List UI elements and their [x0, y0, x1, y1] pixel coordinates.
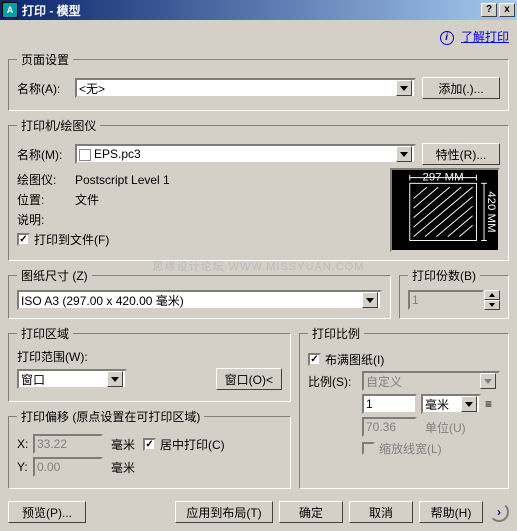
spin-down-icon[interactable]	[484, 300, 500, 310]
page-setup-legend: 页面设置	[17, 51, 73, 68]
printer-group: 打印机/绘图仪 名称(M): EPS.pc3 特性(R)... 绘图仪:Post…	[8, 117, 509, 261]
plot-area-legend: 打印区域	[17, 325, 73, 342]
svg-text:297 MM: 297 MM	[422, 171, 463, 183]
dropdown-icon	[480, 373, 496, 389]
plot-scale-legend: 打印比例	[308, 325, 364, 342]
page-setup-group: 页面设置 名称(A): <无> 添加(.)...	[8, 51, 509, 111]
preview-button[interactable]: 预览(P)...	[8, 501, 86, 523]
close-button[interactable]: x	[499, 3, 515, 17]
properties-button[interactable]: 特性(R)...	[422, 143, 500, 165]
svg-text:420 MM: 420 MM	[485, 191, 497, 232]
setup-name-label: 名称(A):	[17, 80, 75, 97]
apply-button[interactable]: 应用到布局(T)	[175, 501, 273, 523]
expand-icon[interactable]: ›	[489, 502, 509, 522]
plot-what-combo[interactable]: 窗口	[17, 369, 127, 389]
plot-what-label: 打印范围(W):	[17, 348, 282, 365]
window-title: 打印 - 模型	[22, 2, 479, 19]
plot-offset-legend: 打印偏移 (原点设置在可打印区域)	[17, 408, 204, 425]
scale-lineweights-checkbox: 缩放线宽(L)	[362, 440, 442, 457]
y-label: Y:	[17, 460, 33, 474]
y-unit: 毫米	[111, 459, 135, 476]
printer-name-label: 名称(M):	[17, 146, 75, 163]
setup-name-combo[interactable]: <无>	[75, 78, 416, 98]
x-unit: 毫米	[111, 436, 135, 453]
dropdown-icon	[362, 292, 378, 308]
window-button[interactable]: 窗口(O)<	[216, 368, 282, 390]
scale-combo: 自定义	[362, 371, 500, 391]
spin-up-icon[interactable]	[484, 290, 500, 300]
learn-link[interactable]: 了解打印	[461, 30, 509, 44]
papersize-legend: 图纸尺寸 (Z)	[17, 267, 92, 284]
printer-name-combo[interactable]: EPS.pc3	[75, 144, 416, 164]
paper-preview: 297 MM 420 MM	[390, 168, 500, 252]
titlebar: A 打印 - 模型 ? x	[0, 0, 517, 20]
where-label: 位置:	[17, 191, 75, 208]
plotter-value: Postscript Level 1	[75, 173, 170, 187]
dropdown-icon	[107, 371, 123, 387]
help-button[interactable]: 帮助(H)	[419, 501, 483, 523]
help-button[interactable]: ?	[481, 3, 497, 17]
dropdown-icon	[461, 396, 477, 412]
dropdown-icon	[396, 80, 412, 96]
ok-button[interactable]: 确定	[279, 501, 343, 523]
papersize-combo[interactable]: ISO A3 (297.00 x 420.00 毫米)	[17, 290, 382, 310]
info-icon: i	[440, 31, 454, 45]
copies-spinner[interactable]: 1	[408, 290, 500, 310]
fit-checkbox[interactable]: ✓布满图纸(I)	[308, 351, 384, 368]
plot-to-file-checkbox[interactable]: ✓打印到文件(F)	[17, 231, 109, 248]
plot-scale-group: 打印比例 ✓布满图纸(I) 比例(S): 自定义 1 毫米 ≡ 70.36 单位…	[299, 325, 509, 489]
copies-legend: 打印份数(B)	[408, 267, 480, 284]
add-button[interactable]: 添加(.)...	[422, 77, 500, 99]
x-input: 33.22	[33, 434, 103, 454]
plot-offset-group: 打印偏移 (原点设置在可打印区域) X: 33.22 毫米 ✓居中打印(C) Y…	[8, 408, 291, 489]
app-icon: A	[2, 2, 18, 18]
scale-den-unit: 单位(U)	[425, 419, 466, 436]
desc-label: 说明:	[17, 211, 75, 228]
plotter-label: 绘图仪:	[17, 171, 75, 188]
equals-icon: ≡	[485, 397, 492, 411]
info-row: i 了解打印	[8, 26, 509, 51]
center-checkbox[interactable]: ✓居中打印(C)	[143, 436, 225, 453]
x-label: X:	[17, 437, 33, 451]
scale-unit-combo[interactable]: 毫米	[421, 394, 481, 414]
where-value: 文件	[75, 191, 99, 208]
cancel-button[interactable]: 取消	[349, 501, 413, 523]
printer-legend: 打印机/绘图仪	[17, 117, 100, 134]
copies-group: 打印份数(B) 1	[399, 267, 509, 319]
plot-area-group: 打印区域 打印范围(W): 窗口 窗口(O)<	[8, 325, 291, 402]
dropdown-icon	[396, 146, 412, 162]
y-input: 0.00	[33, 457, 103, 477]
scale-num-input[interactable]: 1	[362, 394, 417, 414]
scale-label: 比例(S):	[308, 373, 362, 390]
scale-den-input: 70.36	[362, 417, 417, 437]
papersize-group: 图纸尺寸 (Z) ISO A3 (297.00 x 420.00 毫米)	[8, 267, 391, 319]
